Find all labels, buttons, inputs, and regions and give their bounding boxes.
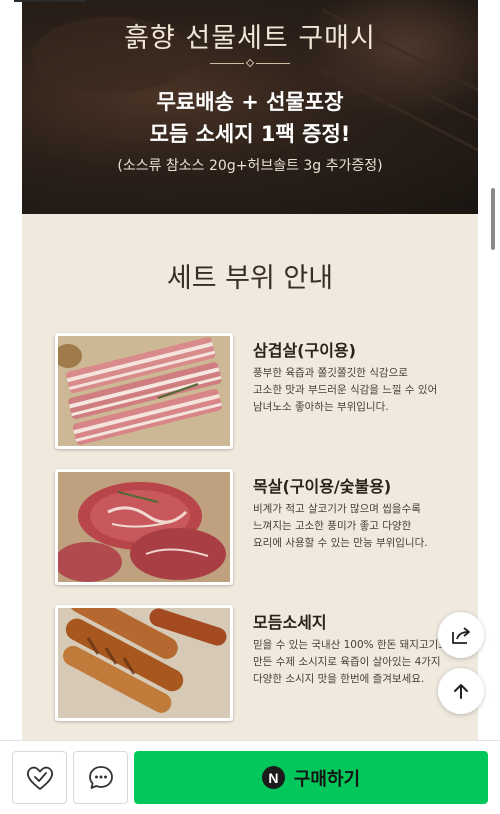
promo-extra-gift: (소스류 참소스 20g+허브솔트 3g 추가증정) bbox=[117, 158, 383, 174]
cut-description-line: 믿을 수 있는 국내산 100% 한돈 돼지고기로 bbox=[253, 639, 448, 651]
promo-benefit-1: 무료배송 + 선물포장 bbox=[156, 90, 344, 114]
promo-title: 흙향 선물세트 구매시 bbox=[124, 23, 376, 54]
buy-button-label: 구매하기 bbox=[293, 768, 361, 790]
promo-benefit-2: 모듬 소세지 1팩 증정! bbox=[149, 122, 351, 146]
top-tab-indicator bbox=[14, 0, 86, 2]
cut-item-sausage: 모듬소세지 믿을 수 있는 국내산 100% 한돈 돼지고기로 만든 수제 소시… bbox=[55, 605, 455, 725]
scroll-top-button[interactable] bbox=[438, 668, 484, 714]
cut-name: 목살(구이용/숯불용) bbox=[253, 477, 392, 496]
cut-description: 풍부한 육즙과 쫄깃쫄깃한 식감으로 고소한 맛과 부드러운 식감을 느낄 수 … bbox=[253, 365, 463, 416]
cut-description: 비계가 적고 살코기가 많으며 씹을수록 느껴지는 고소한 풍미가 좋고 다양한… bbox=[253, 501, 463, 552]
pork-neck-photo bbox=[55, 469, 233, 585]
cut-name: 삼겹살(구이용) bbox=[253, 341, 356, 360]
cut-item-pork-belly: 삼겹살(구이용) 풍부한 육즙과 쫄깃쫄깃한 식감으로 고소한 맛과 부드러운 … bbox=[55, 333, 455, 453]
naver-pay-icon: N bbox=[261, 766, 285, 789]
sausage-photo bbox=[55, 605, 233, 721]
cut-description-line: 풍부한 육즙과 쫄깃쫄깃한 식감으로 bbox=[253, 367, 408, 379]
bottom-action-bar: N 구매하기 bbox=[0, 740, 500, 814]
arrow-up-icon bbox=[454, 684, 468, 699]
cut-description-line: 남녀노소 좋아하는 부위입니다. bbox=[253, 401, 389, 413]
buy-button[interactable]: N 구매하기 bbox=[134, 751, 488, 804]
cut-description: 믿을 수 있는 국내산 100% 한돈 돼지고기로 만든 수제 소시지로 육즙이… bbox=[253, 637, 463, 688]
cut-description-line: 고소한 맛과 부드러운 식감을 느낄 수 있어 bbox=[253, 384, 438, 396]
ornament-divider bbox=[210, 58, 290, 68]
cut-description-line: 느껴지는 고소한 풍미가 좋고 다양한 bbox=[253, 520, 412, 532]
heart-check-icon bbox=[26, 766, 53, 790]
scrollbar[interactable] bbox=[491, 188, 495, 250]
promo-banner: 흙향 선물세트 구매시 무료배송 + 선물포장 모듬 소세지 1팩 증정! (소… bbox=[22, 0, 478, 214]
cut-item-pork-neck: 목살(구이용/숯불용) 비계가 적고 살코기가 많으며 씹을수록 느껴지는 고소… bbox=[55, 469, 455, 589]
cut-description-line: 비계가 적고 살코기가 많으며 씹을수록 bbox=[253, 503, 421, 515]
cut-description-line: 요리에 사용할 수 있는 만능 부위입니다. bbox=[253, 537, 428, 549]
speech-bubble-icon bbox=[88, 765, 113, 789]
pork-belly-photo bbox=[55, 333, 233, 449]
cut-description-line: 다양한 소시지 맛을 한번에 즐겨보세요. bbox=[253, 673, 425, 685]
section-title: 세트 부위 안내 bbox=[166, 263, 334, 294]
share-button[interactable] bbox=[438, 612, 484, 658]
share-icon bbox=[452, 627, 470, 644]
product-detail-content: 흙향 선물세트 구매시 무료배송 + 선물포장 모듬 소세지 1팩 증정! (소… bbox=[22, 0, 478, 740]
cut-name: 모듬소세지 bbox=[253, 613, 327, 632]
inquiry-button[interactable] bbox=[73, 751, 128, 804]
like-button[interactable] bbox=[12, 751, 67, 804]
cut-description-line: 만든 수제 소시지로 육즙이 살아있는 4가지 bbox=[253, 656, 441, 668]
